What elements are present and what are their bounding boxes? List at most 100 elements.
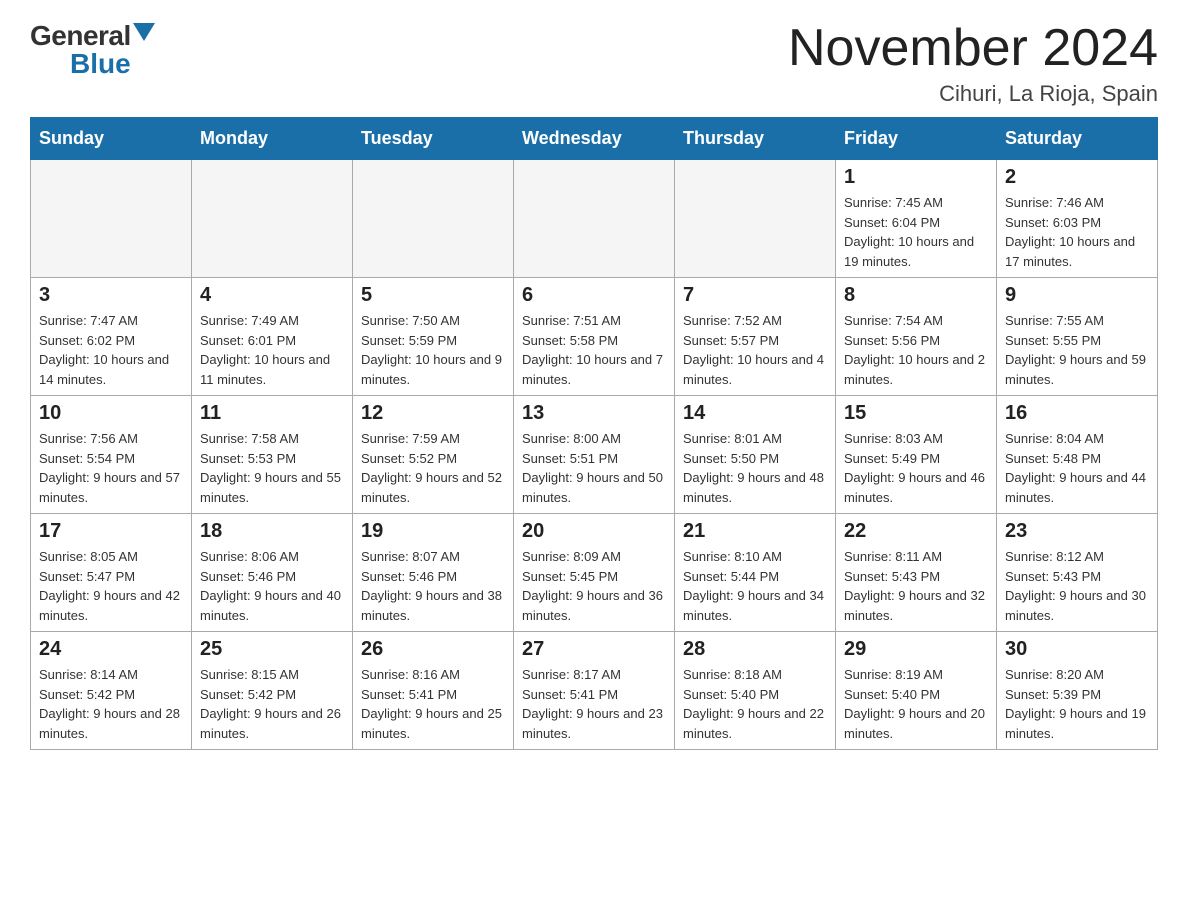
day-info: Sunrise: 8:06 AM Sunset: 5:46 PM Dayligh… <box>200 547 344 625</box>
day-info: Sunrise: 8:00 AM Sunset: 5:51 PM Dayligh… <box>522 429 666 507</box>
week-row-3: 17Sunrise: 8:05 AM Sunset: 5:47 PM Dayli… <box>31 514 1158 632</box>
calendar-title: November 2024 <box>788 20 1158 77</box>
calendar-cell: 15Sunrise: 8:03 AM Sunset: 5:49 PM Dayli… <box>836 396 997 514</box>
day-number: 12 <box>361 402 505 425</box>
day-info: Sunrise: 7:52 AM Sunset: 5:57 PM Dayligh… <box>683 311 827 389</box>
calendar-cell: 4 Sunrise: 7:49 AM Sunset: 6:01 PM Daylig… <box>192 278 353 396</box>
day-number: 13 <box>522 402 666 425</box>
day-info: Sunrise: 7:59 AM Sunset: 5:52 PM Dayligh… <box>361 429 505 507</box>
header-wednesday: Wednesday <box>514 118 675 160</box>
calendar-cell: 8 Sunrise: 7:54 AM Sunset: 5:56 PM Daylig… <box>836 278 997 396</box>
calendar-cell: 2 Sunrise: 7:46 AM Sunset: 6:03 PM Daylig… <box>997 160 1158 278</box>
header-thursday: Thursday <box>675 118 836 160</box>
calendar-table: SundayMondayTuesdayWednesdayThursdayFrid… <box>30 117 1158 750</box>
day-info: Sunrise: 7:58 AM Sunset: 5:53 PM Dayligh… <box>200 429 344 507</box>
header-sunday: Sunday <box>31 118 192 160</box>
day-number: 8 <box>844 284 988 307</box>
day-number: 7 <box>683 284 827 307</box>
day-info: Sunrise: 8:07 AM Sunset: 5:46 PM Dayligh… <box>361 547 505 625</box>
calendar-cell: 3 Sunrise: 7:47 AM Sunset: 6:02 PM Daylig… <box>31 278 192 396</box>
calendar-cell <box>192 160 353 278</box>
logo-blue-text: Blue <box>70 48 131 80</box>
day-info: Sunrise: 8:01 AM Sunset: 5:50 PM Dayligh… <box>683 429 827 507</box>
day-number: 11 <box>200 402 344 425</box>
day-number: 24 <box>39 638 183 661</box>
header-monday: Monday <box>192 118 353 160</box>
day-info: Sunrise: 7:45 AM Sunset: 6:04 PM Dayligh… <box>844 193 988 271</box>
calendar-cell: 22Sunrise: 8:11 AM Sunset: 5:43 PM Dayli… <box>836 514 997 632</box>
day-number: 3 <box>39 284 183 307</box>
calendar-cell: 30Sunrise: 8:20 AM Sunset: 5:39 PM Dayli… <box>997 632 1158 750</box>
calendar-cell: 19 Sunrise: 8:07 AM Sunset: 5:46 PM Dayli… <box>353 514 514 632</box>
day-number: 27 <box>522 638 666 661</box>
title-block: November 2024 Cihuri, La Rioja, Spain <box>788 20 1158 107</box>
day-info: Sunrise: 8:16 AM Sunset: 5:41 PM Dayligh… <box>361 665 505 743</box>
day-number: 10 <box>39 402 183 425</box>
day-number: 9 <box>1005 284 1149 307</box>
calendar-cell <box>675 160 836 278</box>
calendar-cell: 20Sunrise: 8:09 AM Sunset: 5:45 PM Dayli… <box>514 514 675 632</box>
day-number: 5 <box>361 284 505 307</box>
day-number: 18 <box>200 520 344 543</box>
week-row-4: 24 Sunrise: 8:14 AM Sunset: 5:42 PM Dayli… <box>31 632 1158 750</box>
calendar-cell: 6 Sunrise: 7:51 AM Sunset: 5:58 PM Daylig… <box>514 278 675 396</box>
day-info: Sunrise: 7:46 AM Sunset: 6:03 PM Dayligh… <box>1005 193 1149 271</box>
day-info: Sunrise: 8:09 AM Sunset: 5:45 PM Dayligh… <box>522 547 666 625</box>
day-info: Sunrise: 7:49 AM Sunset: 6:01 PM Dayligh… <box>200 311 344 389</box>
day-number: 21 <box>683 520 827 543</box>
day-number: 28 <box>683 638 827 661</box>
calendar-cell: 28 Sunrise: 8:18 AM Sunset: 5:40 PM Dayli… <box>675 632 836 750</box>
day-info: Sunrise: 7:55 AM Sunset: 5:55 PM Dayligh… <box>1005 311 1149 389</box>
day-info: Sunrise: 7:51 AM Sunset: 5:58 PM Dayligh… <box>522 311 666 389</box>
calendar-cell: 21Sunrise: 8:10 AM Sunset: 5:44 PM Dayli… <box>675 514 836 632</box>
calendar-cell: 17Sunrise: 8:05 AM Sunset: 5:47 PM Dayli… <box>31 514 192 632</box>
day-number: 4 <box>200 284 344 307</box>
day-number: 19 <box>361 520 505 543</box>
calendar-cell: 29Sunrise: 8:19 AM Sunset: 5:40 PM Dayli… <box>836 632 997 750</box>
calendar-cell: 7 Sunrise: 7:52 AM Sunset: 5:57 PM Daylig… <box>675 278 836 396</box>
calendar-cell: 10 Sunrise: 7:56 AM Sunset: 5:54 PM Dayli… <box>31 396 192 514</box>
calendar-cell <box>353 160 514 278</box>
week-row-0: 1 Sunrise: 7:45 AM Sunset: 6:04 PM Daylig… <box>31 160 1158 278</box>
calendar-cell: 1 Sunrise: 7:45 AM Sunset: 6:04 PM Daylig… <box>836 160 997 278</box>
logo-triangle-icon <box>133 23 155 45</box>
day-info: Sunrise: 7:54 AM Sunset: 5:56 PM Dayligh… <box>844 311 988 389</box>
calendar-cell: 23 Sunrise: 8:12 AM Sunset: 5:43 PM Dayli… <box>997 514 1158 632</box>
day-number: 17 <box>39 520 183 543</box>
day-info: Sunrise: 8:04 AM Sunset: 5:48 PM Dayligh… <box>1005 429 1149 507</box>
calendar-cell: 12 Sunrise: 7:59 AM Sunset: 5:52 PM Dayli… <box>353 396 514 514</box>
calendar-cell <box>514 160 675 278</box>
day-info: Sunrise: 8:03 AM Sunset: 5:49 PM Dayligh… <box>844 429 988 507</box>
day-info: Sunrise: 8:12 AM Sunset: 5:43 PM Dayligh… <box>1005 547 1149 625</box>
calendar-cell: 18 Sunrise: 8:06 AM Sunset: 5:46 PM Dayli… <box>192 514 353 632</box>
day-number: 1 <box>844 166 988 189</box>
calendar-cell: 5 Sunrise: 7:50 AM Sunset: 5:59 PM Daylig… <box>353 278 514 396</box>
header-tuesday: Tuesday <box>353 118 514 160</box>
day-info: Sunrise: 8:14 AM Sunset: 5:42 PM Dayligh… <box>39 665 183 743</box>
header-saturday: Saturday <box>997 118 1158 160</box>
header-friday: Friday <box>836 118 997 160</box>
day-info: Sunrise: 7:50 AM Sunset: 5:59 PM Dayligh… <box>361 311 505 389</box>
day-number: 26 <box>361 638 505 661</box>
page-header: General Blue November 2024 Cihuri, La Ri… <box>30 20 1158 107</box>
logo: General Blue <box>30 20 155 80</box>
day-info: Sunrise: 8:20 AM Sunset: 5:39 PM Dayligh… <box>1005 665 1149 743</box>
calendar-cell: 27 Sunrise: 8:17 AM Sunset: 5:41 PM Dayli… <box>514 632 675 750</box>
day-number: 23 <box>1005 520 1149 543</box>
day-info: Sunrise: 7:47 AM Sunset: 6:02 PM Dayligh… <box>39 311 183 389</box>
logo-blue-label: Blue <box>70 48 131 80</box>
calendar-cell: 26 Sunrise: 8:16 AM Sunset: 5:41 PM Dayli… <box>353 632 514 750</box>
calendar-header-row: SundayMondayTuesdayWednesdayThursdayFrid… <box>31 118 1158 160</box>
calendar-cell: 9 Sunrise: 7:55 AM Sunset: 5:55 PM Daylig… <box>997 278 1158 396</box>
week-row-2: 10 Sunrise: 7:56 AM Sunset: 5:54 PM Dayli… <box>31 396 1158 514</box>
day-number: 25 <box>200 638 344 661</box>
day-info: Sunrise: 8:11 AM Sunset: 5:43 PM Dayligh… <box>844 547 988 625</box>
day-info: Sunrise: 7:56 AM Sunset: 5:54 PM Dayligh… <box>39 429 183 507</box>
calendar-cell: 25Sunrise: 8:15 AM Sunset: 5:42 PM Dayli… <box>192 632 353 750</box>
day-number: 6 <box>522 284 666 307</box>
day-info: Sunrise: 8:17 AM Sunset: 5:41 PM Dayligh… <box>522 665 666 743</box>
day-info: Sunrise: 8:18 AM Sunset: 5:40 PM Dayligh… <box>683 665 827 743</box>
day-number: 2 <box>1005 166 1149 189</box>
calendar-cell <box>31 160 192 278</box>
day-number: 29 <box>844 638 988 661</box>
